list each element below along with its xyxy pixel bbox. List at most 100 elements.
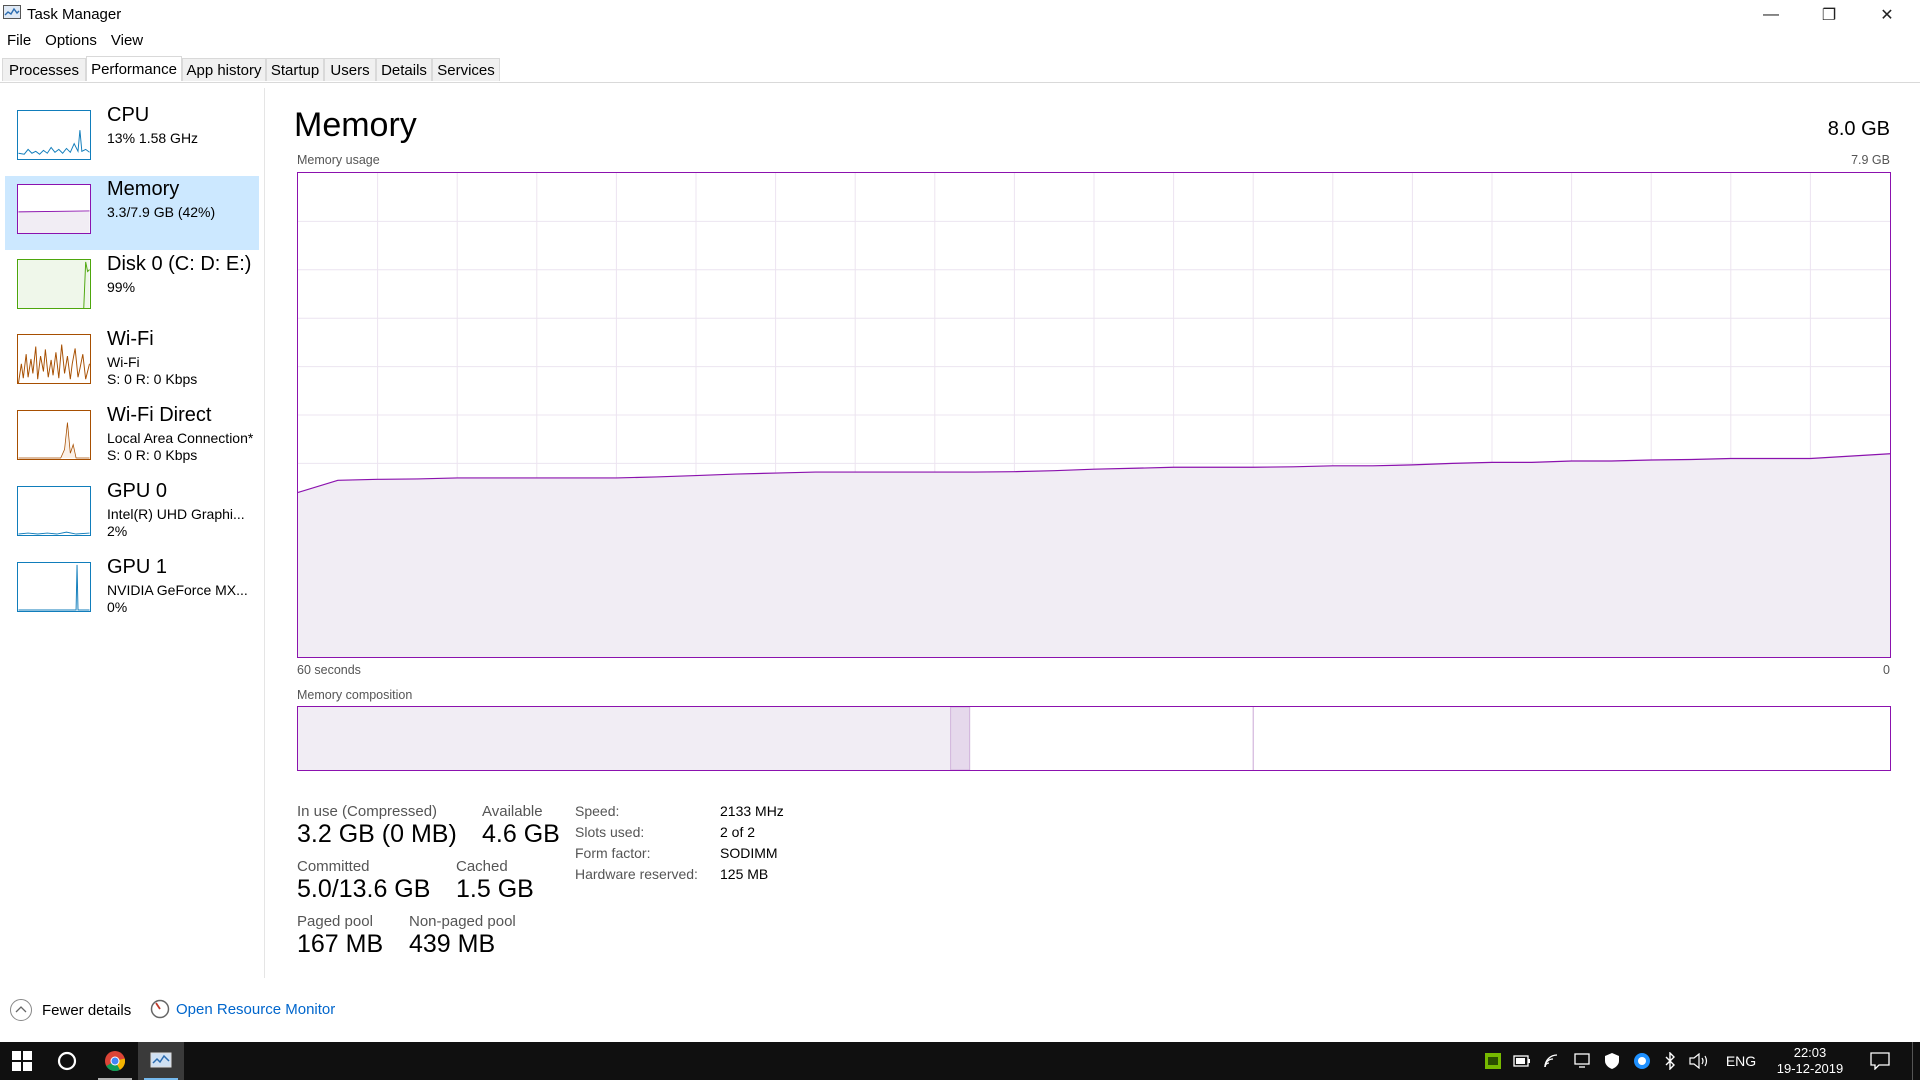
notification-icon bbox=[1870, 1052, 1890, 1070]
open-resource-monitor-link[interactable]: Open Resource Monitor bbox=[150, 999, 335, 1019]
non-paged-pool-label: Non-paged pool bbox=[409, 913, 516, 930]
hardware-reserved-label: Hardware reserved: bbox=[575, 866, 698, 882]
footer-bar: Fewer details Open Resource Monitor bbox=[0, 995, 1920, 1025]
nvidia-tray[interactable] bbox=[1480, 1042, 1506, 1080]
memory-usage-area bbox=[298, 453, 1890, 657]
language-indicator[interactable]: ENG bbox=[1718, 1042, 1764, 1080]
in-use-value: 3.2 GB (0 MB) bbox=[297, 820, 457, 848]
clock[interactable]: 22:03 19-12-2019 bbox=[1766, 1042, 1854, 1080]
sidebar-item-title: GPU 1 bbox=[107, 556, 168, 578]
form-factor-value: SODIMM bbox=[720, 845, 778, 861]
tab-startup[interactable]: Startup bbox=[266, 58, 324, 81]
sidebar-item-disk-0[interactable]: Disk 0 (C: D: E:) 99% bbox=[5, 251, 259, 325]
sidebar-item-title: CPU bbox=[107, 104, 150, 126]
sidebar-item-wifi[interactable]: Wi-Fi Wi-Fi S: 0 R: 0 Kbps bbox=[5, 326, 259, 400]
sidebar-item-detail: Intel(R) UHD Graphi... 2% bbox=[107, 506, 245, 540]
collapse-chevron-icon bbox=[10, 999, 32, 1021]
time-axis-start: 60 seconds bbox=[297, 663, 361, 677]
tab-bar: Processes Performance App history Startu… bbox=[0, 56, 1920, 83]
sidebar-item-throughput: S: 0 R: 0 Kbps bbox=[107, 371, 198, 387]
windows-logo-icon bbox=[12, 1051, 32, 1071]
show-desktop-button[interactable] bbox=[1912, 1042, 1913, 1080]
tab-performance[interactable]: Performance bbox=[86, 56, 182, 81]
sidebar-item-detail: Wi-Fi S: 0 R: 0 Kbps bbox=[107, 354, 197, 388]
sidebar-item-detail: 3.3/7.9 GB (42%) bbox=[107, 204, 216, 220]
tab-app-history[interactable]: App history bbox=[182, 58, 266, 81]
restore-icon: ❐ bbox=[1821, 7, 1837, 24]
sidebar-item-gpu-0[interactable]: GPU 0 Intel(R) UHD Graphi... 2% bbox=[5, 478, 259, 552]
tab-processes[interactable]: Processes bbox=[2, 58, 86, 81]
slots-used-label: Slots used: bbox=[575, 824, 645, 840]
shield-icon bbox=[1605, 1053, 1619, 1069]
open-resource-monitor-label: Open Resource Monitor bbox=[176, 1000, 336, 1018]
available-label: Available bbox=[482, 803, 543, 820]
sidebar-item-title: Disk 0 (C: D: E:) bbox=[107, 253, 252, 275]
menu-options[interactable]: Options bbox=[38, 30, 104, 52]
chrome-icon bbox=[105, 1051, 126, 1072]
sidebar-item-detail: 99% bbox=[107, 279, 136, 295]
sidebar-item-throughput: S: 0 R: 0 Kbps bbox=[107, 447, 198, 463]
display-tray[interactable] bbox=[1568, 1042, 1596, 1080]
sidebar-item-adapter: Local Area Connection* bbox=[107, 430, 254, 446]
window-title: Task Manager bbox=[27, 6, 122, 23]
composition-modified[interactable] bbox=[950, 707, 971, 770]
total-memory: 8.0 GB bbox=[1827, 118, 1890, 140]
update-tray[interactable] bbox=[1628, 1042, 1656, 1080]
tab-users[interactable]: Users bbox=[324, 58, 376, 81]
sidebar-item-memory[interactable]: Memory 3.3/7.9 GB (42%) bbox=[5, 176, 259, 250]
committed-label: Committed bbox=[297, 858, 370, 875]
tab-details[interactable]: Details bbox=[376, 58, 432, 81]
windows-taskbar: ENG 22:03 19-12-2019 bbox=[0, 1042, 1920, 1080]
taskbar-chrome[interactable] bbox=[92, 1042, 138, 1080]
sidebar-item-gpu-1[interactable]: GPU 1 NVIDIA GeForce MX... 0% bbox=[5, 554, 259, 628]
security-tray[interactable] bbox=[1598, 1042, 1626, 1080]
tab-services[interactable]: Services bbox=[432, 58, 500, 81]
memory-composition-label: Memory composition bbox=[297, 688, 413, 702]
sidebar-item-title: Wi-Fi Direct bbox=[107, 404, 212, 426]
slots-used-value: 2 of 2 bbox=[720, 824, 756, 840]
close-icon: ✕ bbox=[1880, 7, 1894, 24]
restore-button[interactable]: ❐ bbox=[1800, 0, 1858, 30]
cortana-button[interactable] bbox=[44, 1042, 90, 1080]
minimize-button[interactable]: — bbox=[1742, 0, 1800, 30]
start-button[interactable] bbox=[0, 1042, 44, 1080]
taskbar-task-manager[interactable] bbox=[138, 1042, 184, 1080]
non-paged-pool-value: 439 MB bbox=[409, 930, 496, 958]
speed-label: Speed: bbox=[575, 803, 620, 819]
sidebar-item-title: Memory bbox=[107, 178, 180, 200]
sidebar-item-cpu[interactable]: CPU 13% 1.58 GHz bbox=[5, 102, 259, 176]
blue-circle-icon bbox=[1634, 1053, 1650, 1069]
fewer-details-label: Fewer details bbox=[42, 1001, 132, 1019]
volume-tray[interactable] bbox=[1684, 1042, 1714, 1080]
close-button[interactable]: ✕ bbox=[1858, 0, 1916, 30]
disk-thumbnail-graph bbox=[17, 259, 91, 309]
task-manager-app-icon bbox=[3, 5, 21, 19]
monitor-icon bbox=[1574, 1053, 1590, 1068]
bluetooth-tray[interactable] bbox=[1658, 1042, 1682, 1080]
sidebar-item-wifi-direct[interactable]: Wi-Fi Direct Local Area Connection* S: 0 … bbox=[5, 402, 259, 476]
available-value: 4.6 GB bbox=[482, 820, 560, 848]
menu-file[interactable]: File bbox=[0, 30, 38, 52]
bluetooth-icon bbox=[1665, 1052, 1675, 1070]
fewer-details-button[interactable]: Fewer details bbox=[9, 998, 131, 1022]
sidebar-item-adapter: NVIDIA GeForce MX... bbox=[107, 582, 248, 598]
menu-view[interactable]: View bbox=[104, 30, 150, 52]
sidebar-item-title: Wi-Fi bbox=[107, 328, 154, 350]
nvidia-icon bbox=[1485, 1053, 1501, 1069]
menu-bar: File Options View bbox=[0, 30, 150, 52]
paged-pool-label: Paged pool bbox=[297, 913, 373, 930]
battery-tray[interactable] bbox=[1508, 1042, 1536, 1080]
sidebar-item-title: GPU 0 bbox=[107, 480, 168, 502]
battery-icon bbox=[1513, 1055, 1530, 1067]
memory-usage-graph bbox=[297, 172, 1891, 658]
title-bar: Task Manager — ❐ ✕ bbox=[0, 0, 1920, 30]
wifi-tray[interactable] bbox=[1538, 1042, 1566, 1080]
resource-monitor-icon bbox=[150, 999, 170, 1019]
wifi-thumbnail-graph bbox=[17, 334, 91, 384]
clock-date: 19-12-2019 bbox=[1776, 1061, 1844, 1076]
memory-composition-bar bbox=[297, 706, 1891, 771]
composition-in-use[interactable] bbox=[298, 707, 951, 770]
action-center-button[interactable] bbox=[1858, 1042, 1902, 1080]
sidebar-item-detail: NVIDIA GeForce MX... 0% bbox=[107, 582, 248, 616]
cortana-circle-icon bbox=[57, 1051, 77, 1071]
